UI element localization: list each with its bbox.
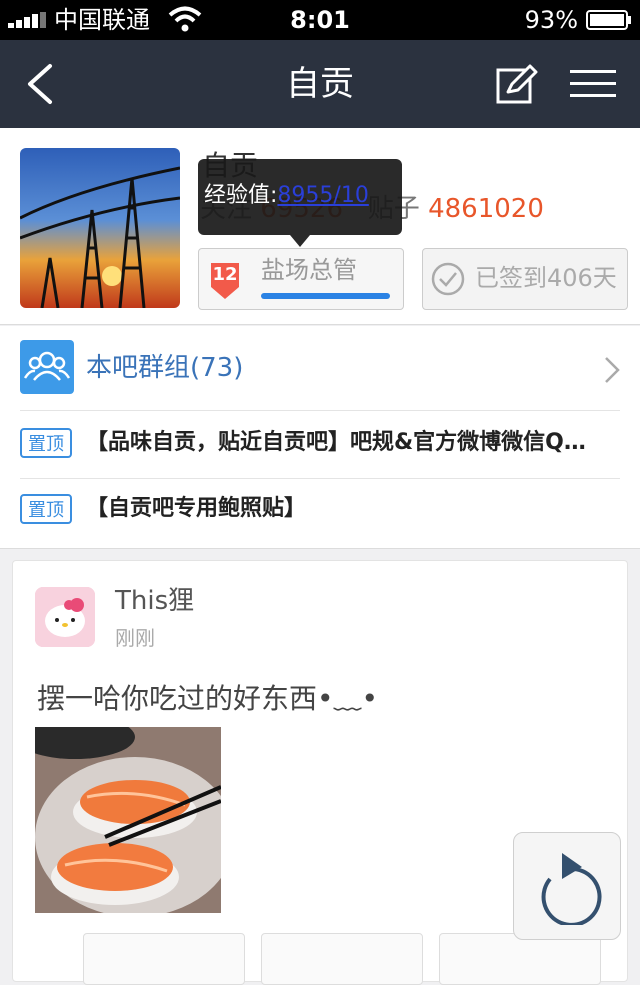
post-author[interactable]: This狸 (115, 583, 194, 619)
author-avatar[interactable] (35, 587, 95, 647)
chevron-right-icon[interactable] (602, 356, 622, 384)
status-bar: 中国联通 8:01 93% (0, 0, 640, 40)
post-title[interactable]: 摆一哈你吃过的好东西•﹏• (37, 679, 378, 719)
exp-tooltip: 经验值:8955/10 (198, 159, 402, 235)
menu-icon[interactable] (570, 68, 616, 100)
refresh-button[interactable] (513, 832, 621, 940)
level-button[interactable]: 12 盐场总管 (198, 248, 404, 310)
top-badge: 置顶 (20, 428, 72, 458)
compose-icon[interactable] (494, 64, 538, 104)
like-button[interactable] (261, 933, 423, 985)
top-post-title[interactable]: 【自贡吧专用鲍照贴】 (86, 492, 626, 526)
battery-icon (586, 10, 631, 30)
forum-section: 本吧群组(73) 置顶 【品味自贡，贴近自贡吧】吧规&官方微博微信Q… 置顶 【… (0, 326, 640, 549)
level-title: 盐场总管 (261, 256, 357, 284)
comment-button[interactable] (439, 933, 601, 985)
signed-days-label: 已签到406天 (475, 264, 617, 292)
post-time: 刚刚 (115, 626, 155, 650)
divider (20, 410, 620, 411)
group-icon (20, 340, 74, 394)
tooltip-arrow (290, 235, 310, 247)
sign-in-button[interactable]: 已签到406天 (422, 248, 628, 310)
refresh-icon (541, 853, 602, 925)
page-title: 自贡 (286, 64, 354, 104)
top-badge: 置顶 (20, 494, 72, 524)
exp-progress-bar (261, 293, 390, 299)
forum-avatar (20, 148, 180, 308)
share-button[interactable] (83, 933, 245, 985)
exp-label: 经验值: (204, 183, 278, 208)
check-circle-icon (431, 262, 465, 296)
level-number: 12 (212, 264, 238, 285)
top-post-title[interactable]: 【品味自贡，贴近自贡吧】吧规&官方微博微信Q… (86, 426, 626, 460)
nav-bar: 自贡 (0, 40, 640, 128)
group-link[interactable]: 本吧群组(73) (86, 350, 243, 386)
exp-value: 8955/10 (277, 183, 369, 208)
divider (20, 478, 620, 479)
posts-count: 4861020 (428, 194, 544, 224)
post-image[interactable] (35, 727, 221, 913)
battery-percent: 93% (524, 6, 578, 34)
